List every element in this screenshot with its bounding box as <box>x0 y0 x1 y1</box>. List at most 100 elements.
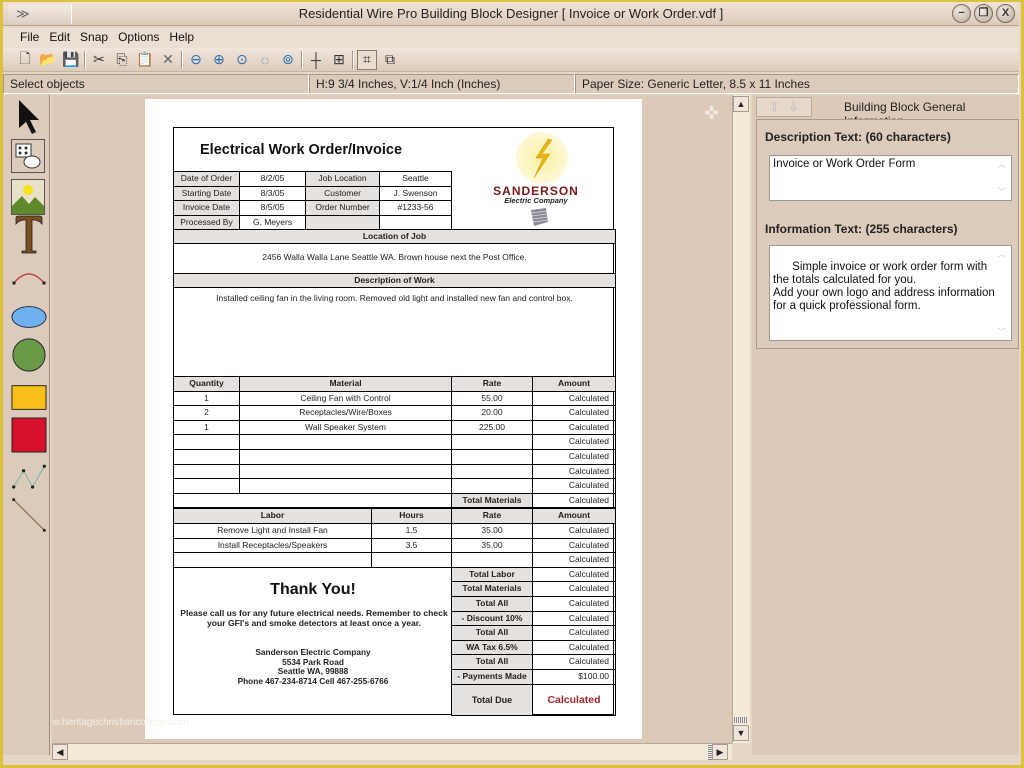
material-cell[interactable] <box>451 463 533 480</box>
totals-label[interactable]: - Discount 10% <box>451 610 533 627</box>
scroll-left-button[interactable]: ◀ <box>52 744 68 760</box>
info-label[interactable]: Order Number <box>305 200 380 216</box>
total-materials-label[interactable]: Total Materials <box>451 492 533 509</box>
vertical-scrollbar[interactable]: ▲ ▼ <box>732 95 750 743</box>
material-cell[interactable]: 1 <box>173 390 240 407</box>
labor-header[interactable]: Labor <box>173 508 372 524</box>
zoom-fit-icon[interactable]: ◌ <box>255 50 275 70</box>
material-cell[interactable] <box>173 434 240 450</box>
materials-header[interactable]: Amount <box>532 376 616 392</box>
totals-value[interactable]: Calculated <box>532 596 616 612</box>
material-cell[interactable]: 55.00 <box>451 390 533 407</box>
paste-icon[interactable]: 📋 <box>135 50 155 70</box>
material-cell[interactable]: Calculated <box>532 434 616 450</box>
new-icon[interactable]: 🗋 <box>15 50 35 70</box>
select-arrow-icon[interactable] <box>11 99 47 135</box>
totals-value[interactable]: Calculated <box>532 610 616 627</box>
info-value[interactable]: J. Swenson <box>379 185 452 201</box>
total-due-label[interactable]: Total Due <box>451 683 533 716</box>
description-value[interactable]: Installed ceiling fan in the living room… <box>173 287 616 377</box>
horizontal-scroll-thumb[interactable] <box>708 744 712 760</box>
invoice-form[interactable]: Electrical Work Order/Invoice SANDERSON … <box>173 127 616 716</box>
info-scroll-down-icon[interactable]: ﹀ <box>997 326 1009 339</box>
totals-value[interactable]: Calculated <box>532 654 616 670</box>
material-cell[interactable] <box>451 434 533 450</box>
totals-value[interactable]: Calculated <box>532 625 616 641</box>
scroll-up-button[interactable]: ▲ <box>733 96 749 112</box>
material-cell[interactable]: 1 <box>173 419 240 436</box>
labor-cell[interactable]: Calculated <box>532 523 616 539</box>
zoom-out-icon[interactable]: ⊖ <box>186 50 206 70</box>
info-value[interactable]: 8/2/05 <box>239 171 306 187</box>
totals-label[interactable]: Total All <box>451 596 533 612</box>
material-cell[interactable]: Ceiling Fan with Control <box>239 390 452 407</box>
totals-value[interactable]: Calculated <box>532 639 616 656</box>
save-icon[interactable]: 💾 <box>61 50 81 70</box>
labor-cell[interactable] <box>173 552 372 568</box>
material-cell[interactable] <box>173 478 240 494</box>
text-icon[interactable] <box>11 215 47 254</box>
delete-icon[interactable]: ✕ <box>158 50 178 70</box>
material-cell[interactable] <box>239 478 452 494</box>
labor-header[interactable]: Amount <box>532 508 616 524</box>
location-header[interactable]: Location of Job <box>173 229 616 244</box>
total-due-value[interactable]: Calculated <box>532 683 616 716</box>
materials-header[interactable]: Material <box>239 376 452 392</box>
menu-help[interactable]: Help <box>164 28 199 48</box>
blank-cell[interactable] <box>173 492 452 509</box>
restore-button[interactable]: ❐ <box>974 4 993 23</box>
polyline-icon[interactable] <box>11 460 47 496</box>
info-label[interactable]: Customer <box>305 185 380 201</box>
menu-file[interactable]: File <box>15 28 44 48</box>
labor-cell[interactable]: Calculated <box>532 537 616 554</box>
line-icon[interactable] <box>11 497 47 533</box>
menu-snap[interactable]: Snap <box>75 28 113 48</box>
info-value[interactable] <box>379 214 452 230</box>
info-label[interactable]: Processed By <box>173 214 240 230</box>
material-cell[interactable]: 2 <box>173 405 240 421</box>
labor-cell[interactable]: 35.00 <box>451 537 533 554</box>
vertical-scroll-thumb[interactable] <box>734 717 748 723</box>
labor-cell[interactable] <box>371 552 452 568</box>
snap-box-icon[interactable]: ⊞ <box>329 50 349 70</box>
material-cell[interactable] <box>451 449 533 465</box>
material-cell[interactable]: Calculated <box>532 478 616 494</box>
info-label[interactable]: Starting Date <box>173 185 240 201</box>
total-materials-value[interactable]: Calculated <box>532 492 616 509</box>
cut-icon[interactable]: ✂ <box>89 50 109 70</box>
menu-options[interactable]: Options <box>113 28 164 48</box>
circle-icon[interactable] <box>11 337 47 373</box>
select-box-icon[interactable]: ⌗ <box>357 49 377 70</box>
rectangle-icon[interactable] <box>11 380 47 416</box>
material-cell[interactable] <box>173 463 240 480</box>
description-header[interactable]: Description of Work <box>173 273 616 288</box>
filled-square-icon[interactable] <box>11 417 47 453</box>
totals-label[interactable]: Total All <box>451 654 533 670</box>
totals-label[interactable]: - Payments Made <box>451 669 533 685</box>
material-cell[interactable]: Calculated <box>532 390 616 407</box>
material-cell[interactable]: 20.00 <box>451 405 533 421</box>
copy-icon[interactable]: ⎘ <box>112 50 132 70</box>
resize-box-icon[interactable]: ⧉ <box>380 50 400 70</box>
minimize-button[interactable]: − <box>952 4 971 23</box>
totals-label[interactable]: WA Tax 6.5% <box>451 639 533 656</box>
totals-value[interactable]: $100.00 <box>532 669 616 685</box>
labor-cell[interactable]: 3.5 <box>371 537 452 554</box>
totals-label[interactable]: Total Materials <box>451 581 533 597</box>
material-cell[interactable] <box>239 434 452 450</box>
material-cell[interactable] <box>239 463 452 480</box>
textarea-scroll-down-icon[interactable]: ﹀ <box>997 186 1009 199</box>
info-label[interactable] <box>305 214 380 230</box>
info-value[interactable]: #1233-56 <box>379 200 452 216</box>
labor-cell[interactable] <box>451 552 533 568</box>
zoom-in-icon[interactable]: ⊕ <box>209 50 229 70</box>
materials-header[interactable]: Rate <box>451 376 533 392</box>
labor-cell[interactable]: 1.5 <box>371 523 452 539</box>
totals-value[interactable]: Calculated <box>532 566 616 583</box>
ellipse-icon[interactable] <box>11 299 47 335</box>
picture-icon[interactable] <box>11 179 45 215</box>
close-button[interactable]: X <box>996 4 1015 23</box>
info-value[interactable]: 8/3/05 <box>239 185 306 201</box>
arc-icon[interactable] <box>11 259 47 295</box>
labor-cell[interactable]: Remove Light and Install Fan <box>173 523 372 539</box>
